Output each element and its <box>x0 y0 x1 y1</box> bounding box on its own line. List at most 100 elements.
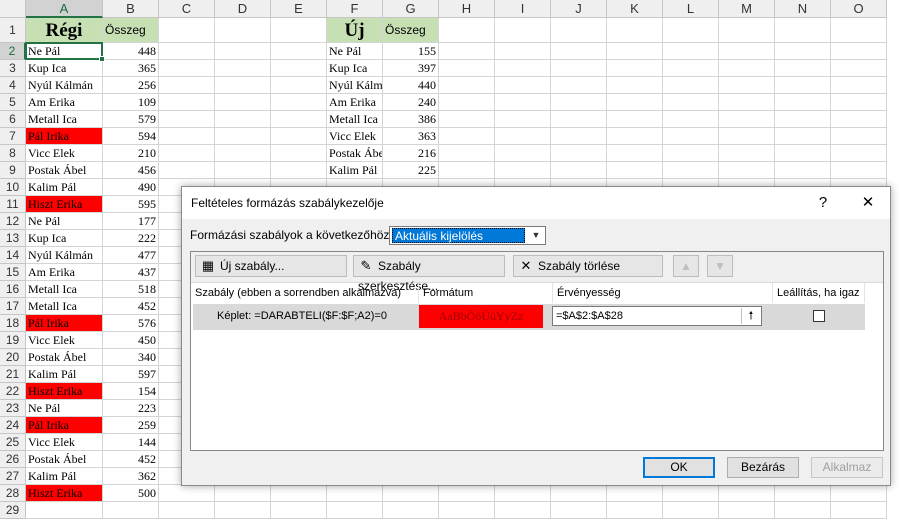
cell[interactable] <box>831 18 887 43</box>
cell[interactable] <box>719 94 775 111</box>
regi-name-cell[interactable]: Am Erika <box>26 264 103 281</box>
cell[interactable] <box>551 128 607 145</box>
regi-value-cell[interactable]: 456 <box>103 162 159 179</box>
column-header[interactable]: D <box>215 0 271 18</box>
column-header[interactable]: A <box>26 0 103 18</box>
cell[interactable] <box>719 128 775 145</box>
regi-name-cell[interactable]: Hiszt Erika <box>26 196 103 213</box>
regi-name-cell[interactable]: Kup Ica <box>26 230 103 247</box>
column-header[interactable]: K <box>607 0 663 18</box>
cell[interactable] <box>551 502 607 519</box>
regi-value-cell[interactable]: 259 <box>103 417 159 434</box>
regi-name-cell[interactable]: Am Erika <box>26 94 103 111</box>
column-header[interactable]: H <box>439 0 495 18</box>
row-header[interactable]: 7 <box>0 128 26 145</box>
regi-value-cell[interactable]: 222 <box>103 230 159 247</box>
cell[interactable] <box>271 94 327 111</box>
edit-rule-button[interactable]: ✎ Szabály szerkesztése... <box>353 255 505 293</box>
row-header[interactable]: 13 <box>0 230 26 247</box>
cell[interactable] <box>159 145 215 162</box>
cell[interactable] <box>495 18 551 43</box>
row-header[interactable]: 15 <box>0 264 26 281</box>
chevron-down-icon[interactable]: ▼ <box>528 228 544 243</box>
cell[interactable] <box>495 145 551 162</box>
cell[interactable] <box>719 60 775 77</box>
uj-value-cell[interactable]: 240 <box>383 94 439 111</box>
regi-value-cell[interactable]: 154 <box>103 383 159 400</box>
row-header[interactable]: 16 <box>0 281 26 298</box>
row-header[interactable]: 18 <box>0 315 26 332</box>
cell[interactable] <box>495 162 551 179</box>
rule-row[interactable]: Képlet: =DARABTELI($F:$F;A2)=0 AaBbÖöÜüY… <box>193 304 865 330</box>
regi-name-cell[interactable]: Pál Irika <box>26 315 103 332</box>
regi-name-cell[interactable]: Hiszt Erika <box>26 485 103 502</box>
fill-handle[interactable] <box>99 56 105 62</box>
cell[interactable] <box>719 162 775 179</box>
cell[interactable] <box>215 145 271 162</box>
regi-value-cell[interactable]: 256 <box>103 77 159 94</box>
cell[interactable] <box>271 502 327 519</box>
uj-name-cell[interactable]: Am Erika <box>327 94 383 111</box>
cell[interactable] <box>383 485 439 502</box>
row-header[interactable]: 3 <box>0 60 26 77</box>
cell[interactable] <box>831 43 887 60</box>
regi-name-cell[interactable]: Postak Ábel <box>26 451 103 468</box>
cell[interactable] <box>215 111 271 128</box>
row-header[interactable]: 27 <box>0 468 26 485</box>
cell[interactable] <box>215 94 271 111</box>
cell[interactable] <box>663 60 719 77</box>
cell[interactable] <box>271 162 327 179</box>
regi-value-cell[interactable]: 437 <box>103 264 159 281</box>
cell[interactable] <box>215 60 271 77</box>
regi-name-cell[interactable]: Postak Ábel <box>26 162 103 179</box>
cell[interactable] <box>439 18 495 43</box>
cell[interactable] <box>495 111 551 128</box>
cell[interactable] <box>831 502 887 519</box>
close-icon[interactable]: ✕ <box>854 193 882 213</box>
regi-name-cell[interactable]: Kup Ica <box>26 60 103 77</box>
cell[interactable] <box>103 502 159 519</box>
cell[interactable] <box>607 128 663 145</box>
uj-name-cell[interactable]: Metall Ica <box>327 111 383 128</box>
regi-value-cell[interactable]: 365 <box>103 60 159 77</box>
cell[interactable] <box>159 502 215 519</box>
cell[interactable] <box>831 162 887 179</box>
column-header[interactable]: E <box>271 0 327 18</box>
uj-value-cell[interactable]: 155 <box>383 43 439 60</box>
cell[interactable] <box>663 502 719 519</box>
cell[interactable] <box>271 145 327 162</box>
regi-name-cell[interactable]: Vicc Elek <box>26 332 103 349</box>
row-header[interactable]: 6 <box>0 111 26 128</box>
cell[interactable] <box>775 77 831 94</box>
regi-name-cell[interactable]: Kalim Pál <box>26 179 103 196</box>
format-column-header[interactable]: Formátum <box>419 283 553 303</box>
regi-name-cell[interactable]: Metall Ica <box>26 111 103 128</box>
select-all-corner[interactable] <box>0 0 26 18</box>
cell[interactable] <box>551 145 607 162</box>
cell[interactable] <box>775 43 831 60</box>
cell[interactable] <box>439 485 495 502</box>
cell[interactable] <box>159 111 215 128</box>
delete-rule-button[interactable]: ✕ Szabály törlése <box>513 255 663 277</box>
regi-value-cell[interactable]: 477 <box>103 247 159 264</box>
cell[interactable] <box>663 111 719 128</box>
stop-if-true-column-header[interactable]: Leállítás, ha igaz <box>773 283 865 303</box>
regi-name-cell[interactable]: Ne Pál <box>26 400 103 417</box>
regi-name-cell[interactable]: Pál Irika <box>26 417 103 434</box>
cell[interactable] <box>159 60 215 77</box>
column-header[interactable]: C <box>159 0 215 18</box>
cell[interactable] <box>271 485 327 502</box>
collapse-range-icon[interactable]: 🠕 <box>741 308 760 324</box>
uj-value-cell[interactable]: 397 <box>383 60 439 77</box>
regi-name-cell[interactable]: Vicc Elek <box>26 434 103 451</box>
cell[interactable] <box>663 128 719 145</box>
cell[interactable] <box>607 60 663 77</box>
cell[interactable] <box>495 94 551 111</box>
regi-name-cell[interactable]: Kalim Pál <box>26 468 103 485</box>
regi-name-cell[interactable]: Postak Ábel <box>26 349 103 366</box>
cell[interactable] <box>831 94 887 111</box>
regi-value-cell[interactable]: 452 <box>103 298 159 315</box>
row-header[interactable]: 4 <box>0 77 26 94</box>
column-header[interactable]: F <box>327 0 383 18</box>
cell[interactable] <box>215 162 271 179</box>
